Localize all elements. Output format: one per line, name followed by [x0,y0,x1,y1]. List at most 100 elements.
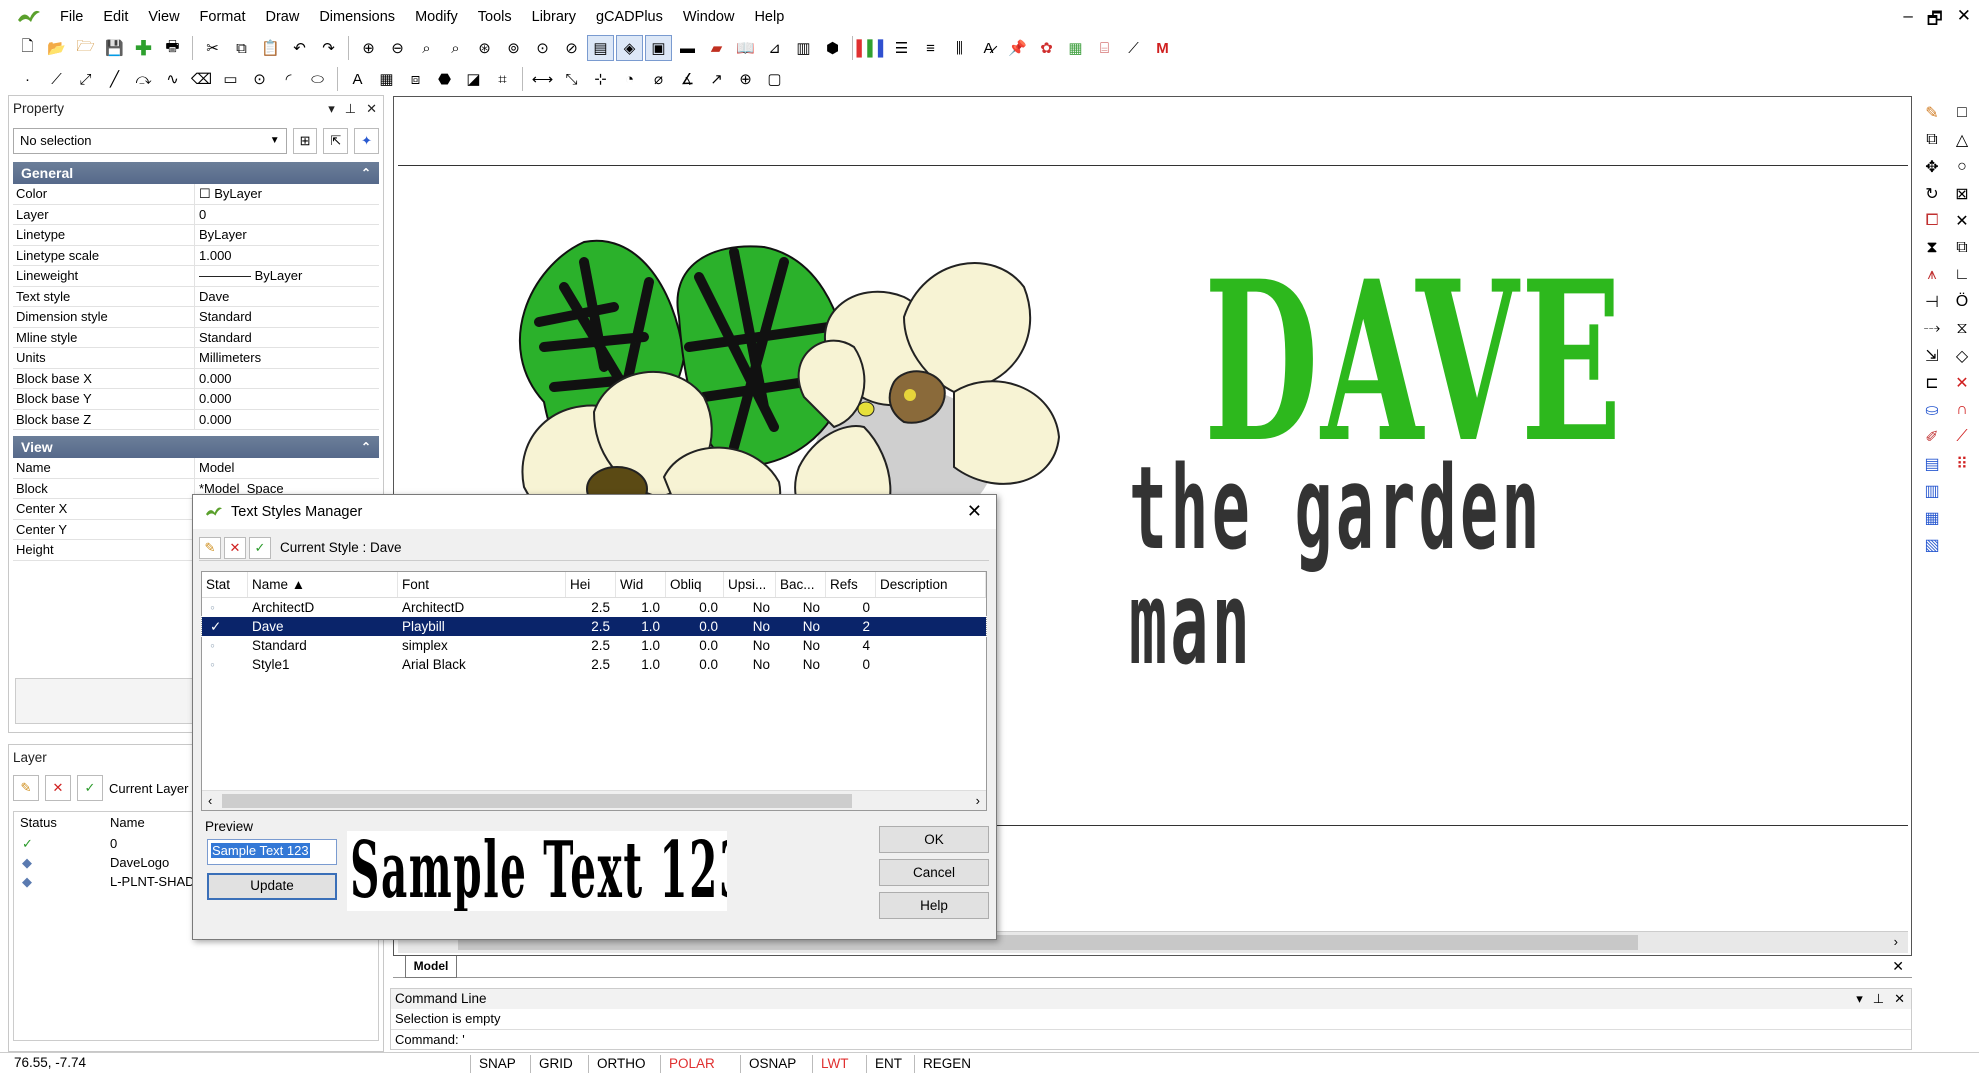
layer-manager-icon[interactable]: ▰ [703,35,730,61]
polyline-icon[interactable]: ⤼ [130,66,157,92]
zoom-realtime-icon[interactable]: ⊙ [529,35,556,61]
menu-item-dimensions[interactable]: Dimensions [309,0,405,34]
paste-icon[interactable]: 📋 [257,35,284,61]
menu-item-file[interactable]: File [50,0,93,34]
snap-endpoint-icon[interactable]: □ [1948,100,1976,126]
send-back-icon[interactable]: ▧ [1918,532,1946,558]
lot-icon[interactable]: ⌸ [1091,35,1118,61]
column-header-bac[interactable]: Bac... [776,572,826,597]
copy-icon[interactable]: ⧉ [228,35,255,61]
command-input[interactable]: Command: ' [391,1030,1911,1049]
menu-item-gcadplus[interactable]: gCADPlus [586,0,673,34]
status-toggle-grid[interactable]: GRID [530,1055,581,1073]
close-icon[interactable]: ✕ [1892,958,1904,975]
column-header-desc[interactable]: Description [876,572,986,597]
color-bars-icon[interactable]: ▌ ▌ ▌ [857,35,889,61]
table-row[interactable]: ✓ Dave Playbill 2.5 1.0 0.0 No No 2 [201,616,987,637]
text-icon[interactable]: A [344,66,371,92]
property-row[interactable]: Lineweight ———— ByLayer [13,266,379,287]
wblock-icon[interactable]: ⌗ [489,66,516,92]
pin-icon[interactable]: ⊥ [345,96,356,122]
general-section-header[interactable]: General ⌃ [13,162,379,184]
stretch-icon[interactable]: ⇲ [1918,343,1946,369]
selection-dropdown[interactable]: No selection ▼ [13,128,287,154]
menu-item-edit[interactable]: Edit [93,0,138,34]
mirror-icon[interactable]: ⧗ [1918,235,1946,261]
zoom-extents-icon[interactable]: ⊚ [500,35,527,61]
cut-icon[interactable]: ✂ [199,35,226,61]
property-value[interactable]: 0.000 [195,410,379,430]
property-value[interactable]: Dave [195,287,379,307]
layer-status-icon[interactable]: ◆ [22,872,110,891]
dim-aligned-icon[interactable]: ⤡ [558,66,585,92]
block-icon[interactable]: ▥ [790,35,817,61]
property-row[interactable]: Block base X 0.000 [13,368,379,389]
property-row[interactable]: Color ☐ ByLayer [13,184,379,205]
hatch-icon[interactable]: ▦ [373,66,400,92]
ok-button[interactable]: OK [879,826,989,853]
menu-item-draw[interactable]: Draw [255,0,309,34]
property-row[interactable]: Dimension style Standard [13,307,379,328]
scale-icon[interactable]: ⧠ [1918,208,1946,234]
pan-icon[interactable]: ⊘ [558,35,585,61]
dim-ordinate-icon[interactable]: ⊹ [587,66,614,92]
property-row[interactable]: Units Millimeters [13,348,379,369]
zoom-window-icon[interactable]: ⌕ [413,35,440,61]
property-value[interactable]: Millimeters [195,348,379,368]
zoom-previous-icon[interactable]: ⌕ [442,35,469,61]
view-section-header[interactable]: View ⌃ [13,436,379,458]
eraser-icon[interactable]: ⌫ [188,66,215,92]
property-value[interactable]: ———— ByLayer [195,266,379,286]
erase-icon[interactable]: ✎ [1918,100,1946,126]
status-toggle-snap[interactable]: SNAP [470,1055,524,1073]
snap-tangent-icon[interactable]: Ö [1948,289,1976,315]
zoom-out-icon[interactable]: ⊖ [384,35,411,61]
open-template-icon[interactable]: 🗁 [72,35,99,61]
status-toggle-osnap[interactable]: OSNAP [740,1055,804,1073]
table-row[interactable]: ◦ ArchitectD ArchitectD 2.5 1.0 0.0 No No 0 [202,598,986,617]
snap-perpendicular-icon[interactable]: ∟ [1948,262,1976,288]
table-row[interactable]: ◦ Style1 Arial Black 2.5 1.0 0.0 No No 0 [202,655,986,674]
explode-icon[interactable]: ✐ [1918,424,1946,450]
new-layer-icon[interactable]: ✎ [13,775,39,801]
restore-button[interactable]: 🗗 [1927,6,1943,35]
open-folder-icon[interactable]: 📂 [43,35,70,61]
table-row[interactable]: ◦ Standard simplex 2.5 1.0 0.0 No No 4 [202,636,986,655]
snap-grid-icon[interactable]: ⠿ [1948,451,1976,477]
property-value[interactable]: Standard [195,307,379,327]
property-row[interactable]: Name Model [13,458,379,479]
break-icon[interactable]: ⤏ [1918,316,1946,342]
gcad-logo-icon[interactable]: M [1149,35,1176,61]
snap-nearest-icon[interactable]: ⧖ [1948,316,1976,342]
region-icon[interactable]: ⬣ [431,66,458,92]
menu-item-format[interactable]: Format [190,0,256,34]
dim-diameter-icon[interactable]: ⌀ [645,66,672,92]
collapse-icon[interactable]: ⌃ [361,436,371,458]
layer-up-icon[interactable]: ▤ [1918,451,1946,477]
line-icon[interactable]: ⟋ [43,66,70,92]
scroll-left-icon[interactable]: ‹ [208,793,212,808]
landscape-icon[interactable]: ▦ [1062,35,1089,61]
snap-quadrant-icon[interactable]: ◇ [1948,343,1976,369]
snap-track-icon[interactable]: ⟋ [1948,424,1976,450]
delete-style-icon[interactable]: ✕ [224,536,246,559]
collapse-icon[interactable]: ⌃ [361,162,371,184]
menu-item-tools[interactable]: Tools [468,0,522,34]
property-value[interactable]: 0.000 [195,369,379,389]
rectangle-icon[interactable]: ▭ [217,66,244,92]
copy-object-icon[interactable]: ⧉ [1918,127,1946,153]
print-icon[interactable]: 🖶 [159,35,186,61]
snap-none-icon[interactable]: ✕ [1948,370,1976,396]
spline-icon[interactable]: ∿ [159,66,186,92]
dim-linear-icon[interactable]: ⟷ [529,66,556,92]
property-row[interactable]: Layer 0 [13,204,379,225]
select-objects-icon[interactable]: ⇱ [323,128,349,154]
linetype-icon[interactable]: ☰ [888,35,915,61]
plant-icon[interactable]: ✿ [1033,35,1060,61]
dropdown-icon[interactable]: ▾ [1856,989,1863,1009]
property-value[interactable]: 0 [195,205,379,225]
new-style-icon[interactable]: ✎ [199,536,221,559]
property-row[interactable]: Text style Dave [13,286,379,307]
toggle-pickadd-icon[interactable]: ✦ [354,128,379,154]
list-icon[interactable]: ≡ [917,35,944,61]
